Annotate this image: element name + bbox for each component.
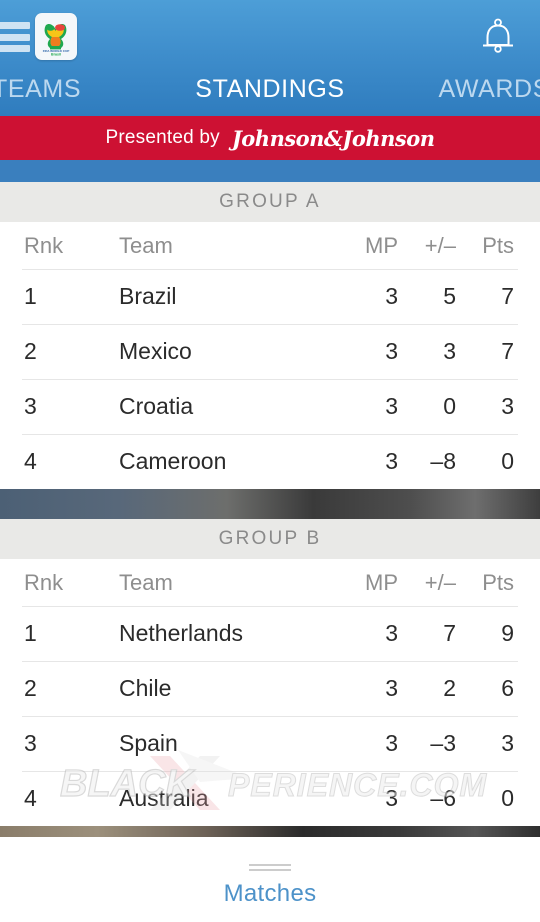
table-header-row: Rnk Team MP +/– Pts	[0, 559, 540, 606]
tab-teams[interactable]: TEAMS	[0, 72, 81, 106]
cell-rnk: 4	[24, 785, 37, 811]
hamburger-bar	[0, 45, 30, 52]
cell-plus-minus: 7	[443, 620, 456, 646]
cell-plus-minus: –6	[430, 785, 456, 811]
sponsor-brand: Johnson&Johnson	[231, 125, 435, 151]
cell-pts: 7	[501, 283, 514, 309]
standings-table-b: Rnk Team MP +/– Pts 1 Netherlands 3 7 9 …	[0, 559, 540, 826]
column-header-team: Team	[119, 569, 173, 595]
group-separator-band	[0, 489, 540, 519]
cell-mp: 3	[385, 448, 398, 474]
app-header: FIFA WORLD CUP Brasil TEAMS STANDINGS AW…	[0, 0, 540, 116]
column-header-rnk: Rnk	[24, 232, 64, 258]
hamburger-bar	[0, 22, 30, 29]
cell-pts: 3	[501, 730, 514, 756]
column-header-mp: MP	[365, 569, 398, 595]
cell-mp: 3	[385, 283, 398, 309]
standings-table-a: Rnk Team MP +/– Pts 1 Brazil 3 5 7 2 Mex…	[0, 222, 540, 489]
table-row[interactable]: 2 Chile 3 2 6	[0, 661, 540, 716]
cell-mp: 3	[385, 620, 398, 646]
cell-pts: 0	[501, 448, 514, 474]
sponsor-prefix: Presented by	[105, 127, 220, 148]
cell-plus-minus: –8	[430, 448, 456, 474]
cell-plus-minus: –3	[430, 730, 456, 756]
cell-mp: 3	[385, 338, 398, 364]
column-header-mp: MP	[365, 232, 398, 258]
cell-team: Chile	[119, 675, 172, 701]
svg-text:Brasil: Brasil	[51, 52, 61, 56]
standings-screen: FIFA WORLD CUP Brasil TEAMS STANDINGS AW…	[0, 0, 540, 922]
cell-rnk: 3	[24, 393, 37, 419]
group-title-a: GROUP A	[0, 182, 540, 222]
bell-icon[interactable]	[475, 14, 521, 60]
table-row[interactable]: 3 Spain 3 –3 3	[0, 716, 540, 771]
cell-mp: 3	[385, 785, 398, 811]
cell-team: Australia	[119, 785, 209, 811]
group-title-b: GROUP B	[0, 519, 540, 559]
cell-rnk: 1	[24, 620, 37, 646]
cell-pts: 6	[501, 675, 514, 701]
cell-plus-minus: 3	[443, 338, 456, 364]
cell-team: Mexico	[119, 338, 192, 364]
cell-mp: 3	[385, 393, 398, 419]
cell-team: Croatia	[119, 393, 194, 419]
table-row[interactable]: 3 Croatia 3 0 3	[0, 379, 540, 434]
column-header-rnk: Rnk	[24, 569, 64, 595]
cell-pts: 9	[501, 620, 514, 646]
cell-plus-minus: 2	[443, 675, 456, 701]
cell-plus-minus: 0	[443, 393, 456, 419]
cell-plus-minus: 5	[443, 283, 456, 309]
cell-pts: 3	[501, 393, 514, 419]
hamburger-menu-icon[interactable]	[0, 22, 30, 52]
footer-label-matches[interactable]: Matches	[224, 880, 317, 908]
cell-rnk: 2	[24, 338, 37, 364]
table-header-row: Rnk Team MP +/– Pts	[0, 222, 540, 269]
table-row[interactable]: 4 Australia 3 –6 0	[0, 771, 540, 826]
cell-rnk: 1	[24, 283, 37, 309]
drag-handle-icon[interactable]	[249, 863, 291, 871]
header-tabs: TEAMS STANDINGS AWARDS	[0, 72, 540, 106]
fifa-world-cup-brazil-2014-logo[interactable]: FIFA WORLD CUP Brasil	[35, 13, 77, 60]
cell-pts: 7	[501, 338, 514, 364]
tab-standings[interactable]: STANDINGS	[195, 72, 344, 106]
cell-rnk: 4	[24, 448, 37, 474]
tab-awards[interactable]: AWARDS	[439, 72, 540, 106]
header-blue-strip	[0, 160, 540, 182]
cell-mp: 3	[385, 675, 398, 701]
cell-rnk: 2	[24, 675, 37, 701]
hamburger-bar	[0, 33, 30, 41]
column-header-plus-minus: +/–	[424, 569, 456, 595]
table-row[interactable]: 4 Cameroon 3 –8 0	[0, 434, 540, 489]
cell-pts: 0	[501, 785, 514, 811]
table-row[interactable]: 1 Brazil 3 5 7	[0, 269, 540, 324]
handle-bar	[249, 868, 291, 871]
cell-team: Brazil	[119, 283, 177, 309]
column-header-team: Team	[119, 232, 173, 258]
cell-team: Cameroon	[119, 448, 227, 474]
column-header-pts: Pts	[482, 232, 514, 258]
column-header-plus-minus: +/–	[424, 232, 456, 258]
handle-bar	[249, 863, 291, 866]
table-row[interactable]: 1 Netherlands 3 7 9	[0, 606, 540, 661]
footer-matches-bar[interactable]: Matches	[0, 849, 540, 922]
cell-team: Spain	[119, 730, 178, 756]
bottom-separator-band	[0, 826, 540, 837]
cell-mp: 3	[385, 730, 398, 756]
cell-team: Netherlands	[119, 620, 244, 646]
cell-rnk: 3	[24, 730, 37, 756]
table-row[interactable]: 2 Mexico 3 3 7	[0, 324, 540, 379]
column-header-pts: Pts	[482, 569, 514, 595]
sponsor-banner[interactable]: Presented by Johnson&Johnson	[0, 116, 540, 160]
